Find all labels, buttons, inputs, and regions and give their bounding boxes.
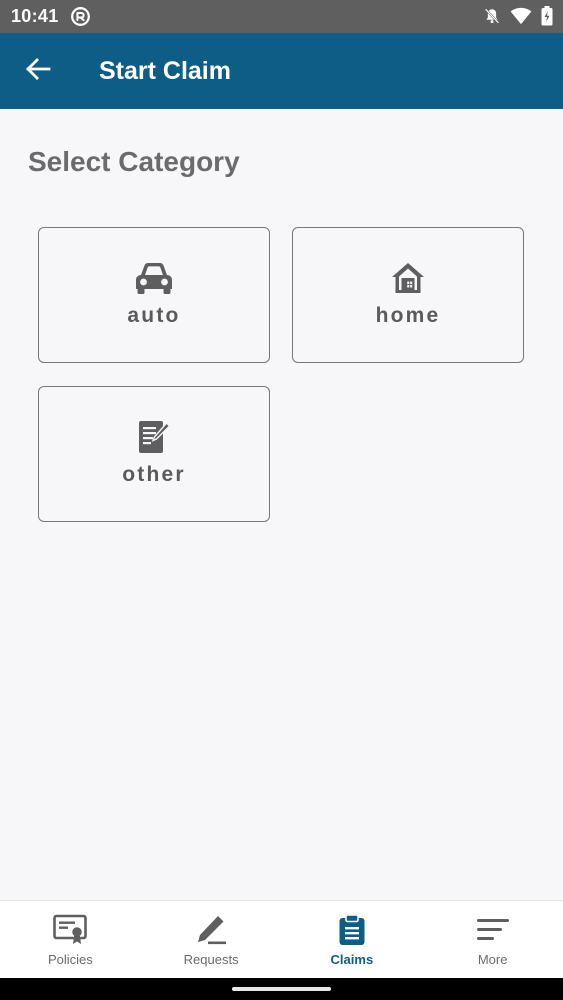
nav-item-claims[interactable]: Claims xyxy=(282,901,423,978)
page-title: Start Claim xyxy=(99,57,231,85)
nav-label: More xyxy=(477,952,508,967)
car-icon xyxy=(133,260,175,296)
wifi-icon xyxy=(510,7,532,25)
nav-item-policies[interactable]: Policies xyxy=(0,901,141,978)
app-bar: Start Claim xyxy=(0,33,563,109)
menu-lines-icon xyxy=(476,914,510,946)
gesture-handle[interactable] xyxy=(232,987,331,991)
house-icon xyxy=(390,260,426,296)
bottom-navigation: Policies Requests Claims More xyxy=(0,900,563,978)
nav-label: Claims xyxy=(330,952,374,967)
category-card-other[interactable]: other xyxy=(38,386,270,522)
category-label: home xyxy=(375,304,441,327)
section-title: Select Category xyxy=(28,146,240,177)
category-label: auto xyxy=(127,304,181,327)
system-gesture-bar xyxy=(0,978,563,1000)
status-bar: 10:41 xyxy=(0,0,563,33)
nav-label: Requests xyxy=(183,952,239,967)
arrow-back-icon xyxy=(25,57,51,86)
nav-item-requests[interactable]: Requests xyxy=(141,901,282,978)
app-notification-icon xyxy=(70,6,91,27)
status-time: 10:41 xyxy=(11,6,59,26)
nav-label: Policies xyxy=(47,952,93,967)
pencil-icon xyxy=(194,914,228,946)
clipboard-icon xyxy=(338,914,366,946)
nav-item-more[interactable]: More xyxy=(422,901,563,978)
document-edit-icon xyxy=(137,419,171,455)
battery-icon xyxy=(541,6,553,26)
category-label: other xyxy=(122,463,186,486)
back-button[interactable] xyxy=(18,53,58,89)
category-card-home[interactable]: home xyxy=(292,227,524,363)
notifications-off-icon xyxy=(483,6,501,26)
certificate-icon xyxy=(53,914,88,946)
category-card-auto[interactable]: auto xyxy=(38,227,270,363)
